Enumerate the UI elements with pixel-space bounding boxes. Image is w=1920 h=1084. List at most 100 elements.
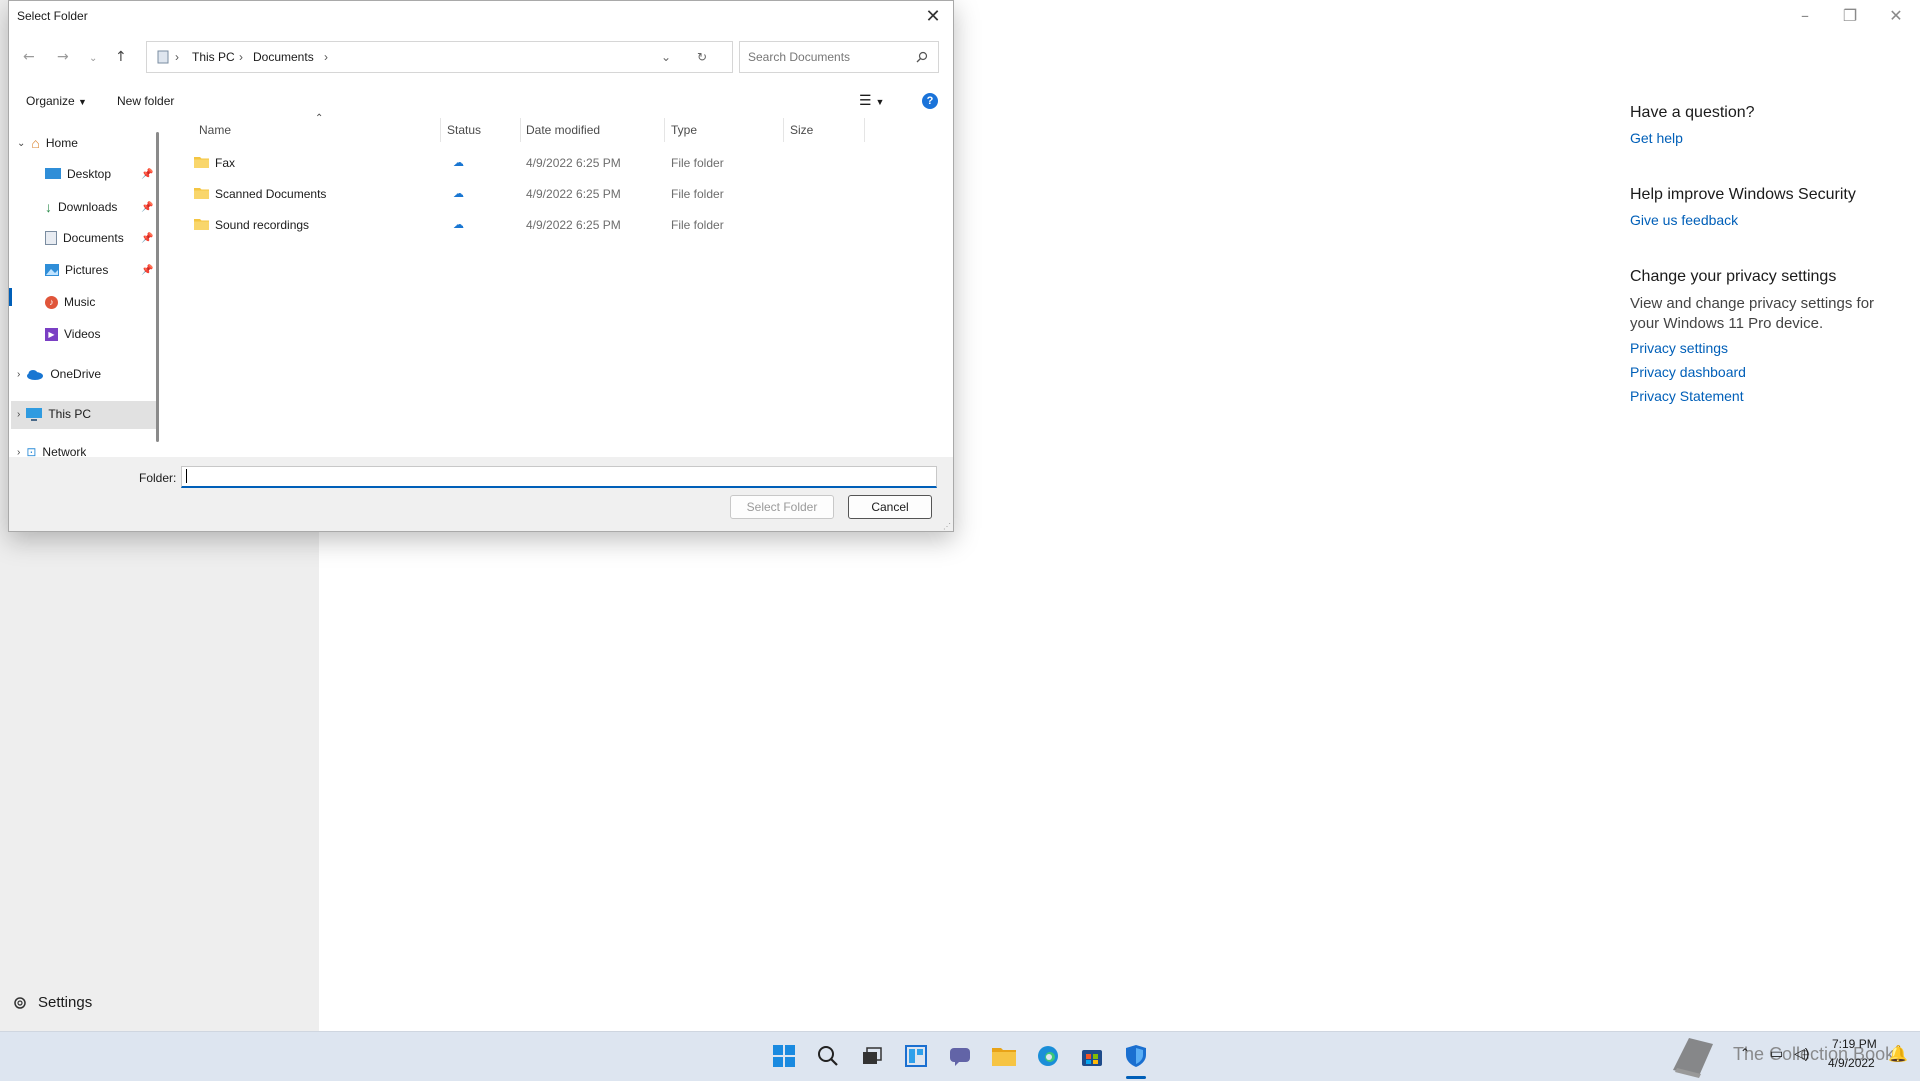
forward-arrow-icon[interactable]: → — [57, 49, 69, 65]
tree-label-onedrive: OneDrive — [50, 367, 102, 381]
search-placeholder: Search Documents — [748, 50, 851, 64]
tree-item-music[interactable]: ♪ Music — [45, 295, 95, 309]
breadcrumb-sep-icon: › — [324, 50, 328, 64]
search-box[interactable]: Search Documents — [739, 41, 939, 73]
home-icon: ⌂ — [31, 135, 40, 151]
improve-heading: Help improve Windows Security — [1630, 186, 1856, 203]
tray-overflow-icon[interactable]: ⌃ — [1740, 1046, 1750, 1060]
volume-icon[interactable]: ◁) — [1794, 1045, 1809, 1062]
privacy-text: View and change privacy settings for you… — [1630, 295, 1875, 332]
file-explorer-icon[interactable] — [988, 1040, 1020, 1072]
recent-chevron-icon[interactable]: ⌄ — [89, 53, 97, 64]
organize-button[interactable]: Organize ▼ — [26, 94, 87, 108]
sort-up-icon: ⌃ — [315, 113, 324, 124]
minimize-button[interactable]: – — [1785, 4, 1825, 28]
row-date: 4/9/2022 6:25 PM — [526, 218, 621, 232]
expand-chevron-icon[interactable]: › — [17, 409, 20, 420]
address-dropdown-icon[interactable]: ⌄ — [661, 50, 671, 64]
view-options-icon[interactable]: ☰ ▼ — [859, 92, 884, 109]
select-folder-dialog: Select Folder ✕ ← → ⌄ ↑ › This PC › Docu… — [8, 0, 954, 532]
column-divider[interactable] — [664, 118, 665, 142]
close-window-button[interactable]: ✕ — [1876, 4, 1916, 28]
folder-icon — [194, 188, 209, 199]
feedback-link[interactable]: Give us feedback — [1630, 212, 1890, 228]
tree-label-network: Network — [42, 447, 87, 457]
resize-grip-icon[interactable]: ⋰ — [943, 522, 951, 531]
privacy-settings-link[interactable]: Privacy settings — [1630, 340, 1890, 356]
dialog-close-button[interactable]: ✕ — [919, 3, 947, 29]
row-date: 4/9/2022 6:25 PM — [526, 187, 621, 201]
expand-chevron-icon[interactable]: › — [17, 369, 20, 380]
start-icon[interactable] — [768, 1040, 800, 1072]
breadcrumb-sep-icon: › — [239, 50, 243, 64]
column-name[interactable]: Name — [199, 123, 231, 137]
widgets-icon[interactable] — [900, 1040, 932, 1072]
column-type[interactable]: Type — [671, 123, 697, 137]
get-help-link[interactable]: Get help — [1630, 130, 1890, 146]
tree-item-downloads[interactable]: ↓ Downloads 📌 — [45, 199, 153, 215]
collapse-chevron-icon[interactable]: ⌄ — [17, 138, 25, 149]
row-date: 4/9/2022 6:25 PM — [526, 156, 621, 170]
column-date[interactable]: Date modified — [526, 123, 600, 137]
folder-label: Folder: — [139, 471, 177, 485]
expand-chevron-icon[interactable]: › — [17, 447, 20, 457]
row-type: File folder — [671, 156, 724, 170]
column-divider[interactable] — [864, 118, 865, 142]
folder-field[interactable] — [181, 466, 937, 488]
breadcrumb-documents[interactable]: Documents — [253, 50, 314, 64]
privacy-statement-link[interactable]: Privacy Statement — [1630, 388, 1890, 404]
question-heading: Have a question? — [1630, 104, 1755, 121]
column-divider[interactable] — [520, 118, 521, 142]
tree-label-pictures: Pictures — [65, 263, 109, 277]
tree-scrollbar[interactable] — [156, 132, 159, 442]
task-view-icon[interactable] — [856, 1040, 888, 1072]
taskbar: The Collection Book ⌃ ▭ ◁) 7:19 PM 4/9/2… — [0, 1031, 1920, 1081]
edge-icon[interactable] — [1032, 1040, 1064, 1072]
notification-bell-icon[interactable]: 🔔 — [1888, 1044, 1908, 1064]
maximize-button[interactable]: ❐ — [1830, 4, 1870, 28]
tree-label-desktop: Desktop — [67, 167, 112, 181]
address-bar[interactable]: › This PC › Documents › ⌄ ↻ — [146, 41, 733, 73]
cloud-status-icon: ☁ — [453, 188, 464, 200]
new-folder-button[interactable]: New folder — [117, 94, 174, 108]
select-folder-button[interactable]: Select Folder — [730, 495, 834, 519]
tree-item-documents[interactable]: Documents 📌 — [45, 231, 153, 245]
active-app-indicator — [1126, 1076, 1146, 1079]
settings-nav-item[interactable]: Settings — [12, 994, 92, 1011]
table-row[interactable]: Sound recordings ☁ 4/9/2022 6:25 PM File… — [185, 212, 885, 240]
tree-label-this-pc: This PC — [48, 407, 92, 421]
column-divider[interactable] — [783, 118, 784, 142]
table-row[interactable]: Fax ☁ 4/9/2022 6:25 PM File folder — [185, 150, 885, 178]
selection-marker — [9, 288, 12, 306]
chat-icon[interactable] — [944, 1040, 976, 1072]
column-divider[interactable] — [440, 118, 441, 142]
back-arrow-icon[interactable]: ← — [23, 49, 35, 65]
tree-item-desktop[interactable]: Desktop 📌 — [45, 167, 153, 181]
clock-time[interactable]: 7:19 PM — [1832, 1037, 1877, 1051]
table-row[interactable]: Scanned Documents ☁ 4/9/2022 6:25 PM Fil… — [185, 181, 885, 209]
tree-item-pictures[interactable]: Pictures 📌 — [45, 263, 153, 277]
cloud-status-icon: ☁ — [453, 157, 464, 169]
pin-icon: 📌 — [141, 232, 154, 244]
breadcrumb-this-pc[interactable]: This PC — [192, 50, 235, 64]
column-status[interactable]: Status — [447, 123, 481, 137]
help-icon[interactable]: ? — [922, 93, 938, 109]
tree-item-videos[interactable]: ▶ Videos — [45, 327, 100, 341]
refresh-icon[interactable]: ↻ — [697, 50, 707, 64]
tree-label-music: Music — [64, 295, 96, 309]
clock-date[interactable]: 4/9/2022 — [1828, 1056, 1875, 1070]
tree-item-onedrive[interactable]: › OneDrive — [17, 367, 101, 381]
tree-item-network[interactable]: › ⊡ Network — [17, 447, 86, 457]
column-size[interactable]: Size — [790, 123, 813, 137]
tree-item-this-pc[interactable]: › This PC — [17, 407, 91, 421]
cancel-button[interactable]: Cancel — [848, 495, 932, 519]
network-status-icon[interactable]: ▭ — [1770, 1045, 1783, 1062]
tree-item-home[interactable]: ⌄ ⌂ Home — [17, 135, 78, 151]
documents-icon — [45, 231, 57, 245]
privacy-dashboard-link[interactable]: Privacy dashboard — [1630, 364, 1890, 380]
windows-security-icon[interactable] — [1120, 1040, 1152, 1072]
music-icon: ♪ — [45, 295, 58, 309]
up-arrow-icon[interactable]: ↑ — [115, 49, 127, 65]
store-icon[interactable] — [1076, 1040, 1108, 1072]
search-taskbar-icon[interactable] — [812, 1040, 844, 1072]
